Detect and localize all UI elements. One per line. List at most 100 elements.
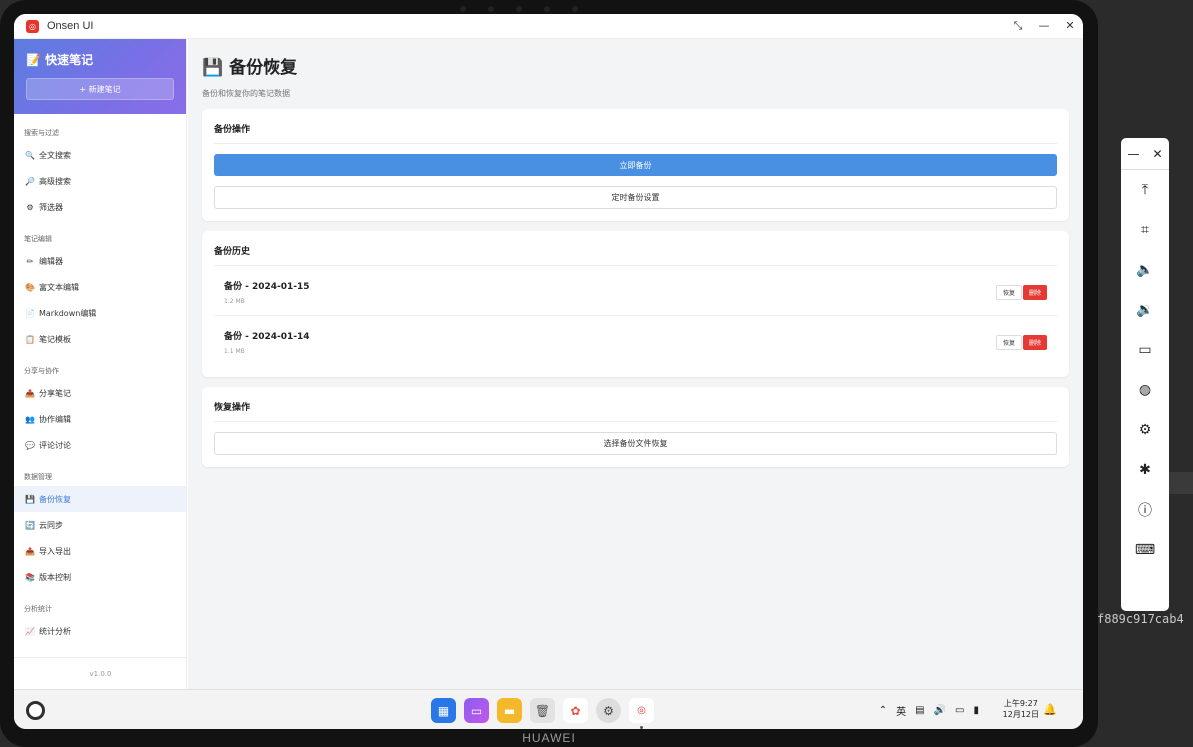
settings-icon[interactable]: ⚙ bbox=[1121, 410, 1169, 450]
backup-now-button[interactable]: 立即备份 bbox=[214, 154, 1057, 176]
minimize-icon[interactable]: — bbox=[1031, 19, 1057, 33]
sidebar-item-label: 编辑器 bbox=[39, 256, 63, 266]
sidebar-item-icon: 💾 bbox=[25, 494, 35, 504]
minimize-icon[interactable]: — bbox=[1127, 147, 1139, 161]
sidebar-item[interactable]: 💾 备份恢复 bbox=[14, 486, 186, 512]
globe-icon[interactable]: ◍ bbox=[1121, 370, 1169, 410]
battery-icon[interactable]: ▭ bbox=[1121, 330, 1169, 370]
sidebar-item-icon: ⚙ bbox=[26, 202, 34, 212]
sidebar-nav: 搜索与过滤 🔍 全文搜索 🔎 高级搜索 ⚙ 筛选器 笔记编辑 ✏ 编辑器 🎨 富文本编辑 📄 Markdo… bbox=[14, 118, 186, 644]
restore-button[interactable]: 恢复 bbox=[995, 334, 1022, 350]
sidebar-item[interactable]: ✏ 编辑器 bbox=[14, 248, 186, 274]
sidebar-item[interactable]: ⚙ 筛选器 bbox=[14, 194, 186, 220]
main-content: 💾 备份恢复 备份和恢复你的笔记数据 备份操作 立即备份 定时备份设置 备份历史… bbox=[188, 39, 1083, 689]
sidebar-item[interactable]: 📈 统计分析 bbox=[14, 618, 186, 644]
sidebar-item-label: 分享笔记 bbox=[39, 388, 71, 398]
tablet-frame: ◎ Onsen UI ⤡ — ✕ 📝 快速笔记 + 新建笔记 搜索与过滤 🔍 全文搜… bbox=[0, 0, 1098, 747]
restore-window-icon[interactable]: ⤡ bbox=[1005, 19, 1031, 33]
notes-icon[interactable]: ▬ bbox=[497, 698, 522, 723]
sidebar-item-label: 全文搜索 bbox=[39, 150, 71, 160]
photos-icon[interactable]: ✿ bbox=[563, 698, 588, 723]
notification-bell-icon[interactable]: 🔔 bbox=[1043, 703, 1057, 716]
crop-icon[interactable]: ⌗ bbox=[1121, 210, 1169, 250]
sidebar-item[interactable]: 📤 分享笔记 bbox=[14, 380, 186, 406]
backup-ops-card: 备份操作 立即备份 定时备份设置 bbox=[202, 109, 1069, 221]
history-name: 备份 - 2024-01-14 bbox=[224, 332, 310, 342]
multitask-icon[interactable]: ▭ bbox=[464, 698, 489, 723]
close-icon[interactable]: ✕ bbox=[1152, 147, 1162, 161]
app-grid-icon[interactable]: ▦ bbox=[431, 698, 456, 723]
sidebar-section-label: 搜索与过滤 bbox=[24, 129, 59, 137]
schedule-backup-button[interactable]: 定时备份设置 bbox=[214, 186, 1057, 209]
sidebar-item-label: 笔记模板 bbox=[39, 334, 71, 344]
sidebar-item-icon: 🔎 bbox=[25, 176, 35, 186]
settings-icon[interactable]: ⚙ bbox=[596, 698, 621, 723]
backup-history-card: 备份历史 备份 - 2024-01-15 1.2 MB 恢复 删除 备份 - 2… bbox=[202, 231, 1069, 377]
device-brand: HUAWEI bbox=[522, 731, 576, 745]
screen: ◎ Onsen UI ⤡ — ✕ 📝 快速笔记 + 新建笔记 搜索与过滤 🔍 全文搜… bbox=[14, 14, 1083, 729]
sidebar-item-label: 导入导出 bbox=[39, 546, 71, 556]
pin-top-icon[interactable]: ⤒ bbox=[1121, 170, 1169, 210]
info-icon[interactable]: ⓘ bbox=[1121, 490, 1169, 530]
history-row: 备份 - 2024-01-14 1.1 MB 恢复 删除 bbox=[214, 316, 1057, 365]
sidebar-item-label: 筛选器 bbox=[39, 202, 63, 212]
sidebar-item[interactable]: 👥 协作编辑 bbox=[14, 406, 186, 432]
sidebar-item-label: 备份恢复 bbox=[39, 494, 71, 504]
delete-button[interactable]: 删除 bbox=[1022, 334, 1047, 350]
onsen-app-icon[interactable]: ◎ bbox=[629, 698, 654, 729]
sidebar-item-icon: 🎨 bbox=[25, 282, 35, 292]
sidebar-item[interactable]: 📚 版本控制 bbox=[14, 564, 186, 590]
sidebar-section-label: 分享与协作 bbox=[24, 367, 59, 375]
clipboard-icon[interactable]: ▤ bbox=[915, 705, 924, 716]
clock[interactable]: 上午9:27 12月12日 bbox=[1003, 698, 1039, 720]
restore-button[interactable]: 恢复 bbox=[995, 284, 1022, 300]
ime-indicator[interactable]: 英 bbox=[896, 703, 906, 718]
clock-date: 12月12日 bbox=[1002, 710, 1039, 719]
bug-icon[interactable]: ✱ bbox=[1121, 450, 1169, 490]
sidebar-item[interactable]: 📄 Markdown编辑 bbox=[14, 300, 186, 326]
keyboard-icon[interactable]: ⌨ bbox=[1121, 530, 1169, 570]
restore-ops-card: 恢复操作 选择备份文件恢复 bbox=[202, 387, 1069, 467]
sidebar-item[interactable]: 💬 评论讨论 bbox=[14, 432, 186, 458]
choose-backup-file-button[interactable]: 选择备份文件恢复 bbox=[214, 432, 1057, 455]
backup-ops-title: 备份操作 bbox=[214, 119, 1057, 144]
page-title: 💾 备份恢复 bbox=[202, 58, 298, 78]
sidebar-item[interactable]: 📋 笔记模板 bbox=[14, 326, 186, 352]
close-icon[interactable]: ✕ bbox=[1057, 19, 1083, 33]
delete-button[interactable]: 删除 bbox=[1022, 284, 1047, 300]
new-note-button[interactable]: + 新建笔记 bbox=[26, 78, 174, 100]
sidebar-item-icon: 🔍 bbox=[25, 150, 35, 160]
trash-icon[interactable]: 🗑 bbox=[530, 698, 555, 723]
sidebar-item[interactable]: 📤 导入导出 bbox=[14, 538, 186, 564]
history-size: 1.2 MB bbox=[224, 298, 245, 305]
volume-up-icon[interactable]: 🔈 bbox=[1121, 250, 1169, 290]
volume-icon[interactable]: 🔊 bbox=[934, 705, 946, 716]
sidebar-item[interactable]: 🔎 高级搜索 bbox=[14, 168, 186, 194]
volume-down-icon[interactable]: 🔉 bbox=[1121, 290, 1169, 330]
backup-history-title: 备份历史 bbox=[214, 241, 1057, 266]
history-name: 备份 - 2024-01-15 bbox=[224, 282, 310, 292]
sidebar: 📝 快速笔记 + 新建笔记 搜索与过滤 🔍 全文搜索 🔎 高级搜索 ⚙ 筛选器 笔记编辑 ✏ 编辑… bbox=[14, 39, 187, 689]
sidebar-item[interactable]: 🔍 全文搜索 bbox=[14, 142, 186, 168]
version-label: v1.0.0 bbox=[14, 657, 187, 689]
sidebar-item-label: 版本控制 bbox=[39, 572, 71, 582]
sidebar-title: 📝 快速笔记 bbox=[26, 53, 94, 67]
window-titlebar: ◎ Onsen UI ⤡ — ✕ bbox=[14, 14, 1083, 39]
sidebar-item-label: Markdown编辑 bbox=[39, 308, 97, 318]
sidebar-item-icon: ✏ bbox=[26, 256, 34, 266]
display-icon[interactable]: ▭ bbox=[955, 705, 964, 716]
sidebar-item[interactable]: 🎨 富文本编辑 bbox=[14, 274, 186, 300]
sidebar-section-label: 数据管理 bbox=[24, 473, 52, 481]
sidebar-item-icon: 💬 bbox=[25, 440, 35, 450]
chevron-up-icon[interactable]: ⌃ bbox=[879, 705, 887, 716]
camera-dots bbox=[460, 6, 578, 12]
sidebar-item[interactable]: 🔄 云同步 bbox=[14, 512, 186, 538]
sidebar-item-icon: 📄 bbox=[25, 308, 35, 318]
background-hash-text: f889c917cab4 bbox=[1097, 612, 1184, 626]
sidebar-item-label: 富文本编辑 bbox=[39, 282, 79, 292]
start-button-icon[interactable] bbox=[26, 701, 45, 720]
sidebar-item-icon: 📋 bbox=[25, 334, 35, 344]
sidebar-section-label: 分析统计 bbox=[24, 605, 52, 613]
history-size: 1.1 MB bbox=[224, 348, 245, 355]
battery-icon[interactable]: ▮ bbox=[973, 705, 979, 716]
